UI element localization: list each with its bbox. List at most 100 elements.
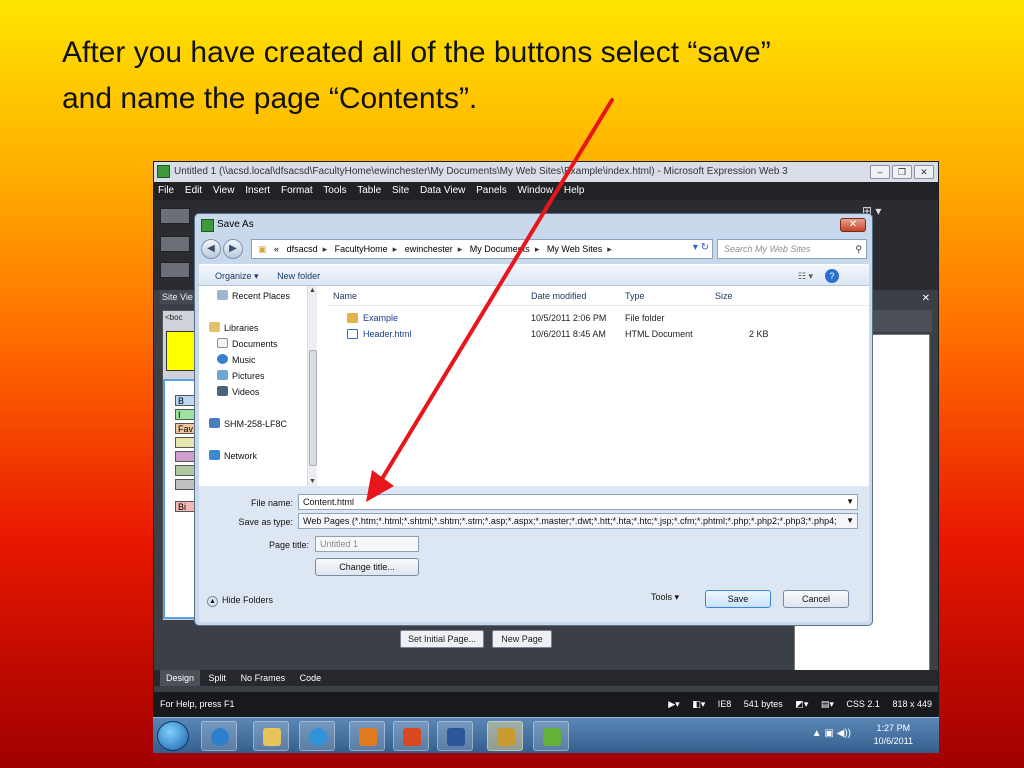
tab-code[interactable]: Code	[294, 670, 328, 686]
nav-documents[interactable]: Documents	[217, 338, 278, 349]
menu-window[interactable]: Window	[518, 185, 554, 196]
menu-insert[interactable]: Insert	[245, 185, 270, 196]
image-icon[interactable]	[160, 262, 190, 278]
new-folder-button[interactable]: New folder	[277, 271, 320, 281]
tab-design[interactable]: Design	[160, 670, 201, 686]
style-application-icon[interactable]: ◧▾	[692, 699, 705, 709]
dialog-title: Save As	[217, 219, 254, 230]
new-document-icon[interactable]	[160, 208, 190, 224]
powerpoint-taskbar-button[interactable]	[393, 721, 429, 751]
tools-label: Tools	[651, 592, 673, 602]
scroll-down-icon[interactable]: ▼	[309, 478, 316, 485]
chevron-down-icon[interactable]: ▼	[846, 495, 854, 509]
breadcrumb-facultyhome[interactable]: FacultyHome	[335, 244, 388, 254]
nav-computer[interactable]: SHM-258-LF8C	[209, 418, 287, 429]
dialog-close-button[interactable]: ✕	[840, 218, 866, 232]
menu-view[interactable]: View	[213, 185, 235, 196]
views-icon[interactable]: ☷ ▾	[798, 265, 813, 287]
minimize-button[interactable]: –	[870, 165, 890, 179]
nav-libraries[interactable]: Libraries	[209, 322, 259, 333]
tab-no-frames[interactable]: No Frames	[235, 670, 292, 686]
site-view-tab[interactable]: Site Vie	[160, 290, 198, 304]
breadcrumb-my-web-sites[interactable]: My Web Sites	[547, 244, 602, 254]
videos-icon	[217, 386, 228, 396]
file-name-field[interactable]: Content.html ▼	[298, 494, 858, 510]
column-type[interactable]: Type	[625, 286, 645, 306]
column-name[interactable]: Name	[333, 286, 357, 306]
file-list-header: Name Date modified Type Size	[329, 286, 869, 306]
nav-network[interactable]: Network	[209, 450, 257, 461]
save-as-type-select[interactable]: Web Pages (*.htm;*.html;*.shtml;*.shtm;*…	[298, 513, 858, 529]
back-arrow-icon[interactable]: ◀	[201, 239, 221, 259]
menu-help[interactable]: Help	[564, 185, 585, 196]
hide-folders-button[interactable]: ▲ Hide Folders	[207, 595, 273, 607]
breadcrumb-ewinchester[interactable]: ewinchester	[405, 244, 453, 254]
tab-split[interactable]: Split	[203, 670, 233, 686]
network-icon	[209, 450, 220, 460]
css-version-label[interactable]: CSS 2.1	[846, 699, 880, 709]
breadcrumb-overflow[interactable]: «	[274, 244, 279, 254]
nav-pictures[interactable]: Pictures	[217, 370, 265, 381]
breadcrumb-my-documents[interactable]: My Documents	[470, 244, 530, 254]
outlook-taskbar-button[interactable]	[349, 721, 385, 751]
new-page-button[interactable]: New Page	[492, 630, 552, 648]
file-name-label: File name:	[250, 498, 293, 508]
menu-table[interactable]: Table	[357, 185, 381, 196]
refresh-icon[interactable]: ▾ ↻	[691, 239, 711, 259]
internet-explorer-taskbar-button[interactable]	[201, 721, 237, 751]
explorer-taskbar-button[interactable]	[253, 721, 289, 751]
scroll-up-icon[interactable]: ▲	[309, 287, 316, 294]
schema-icon[interactable]: ▤▾	[821, 699, 834, 709]
help-icon[interactable]: ?	[825, 269, 839, 283]
pictures-icon	[217, 370, 228, 380]
expression-web-icon	[201, 219, 214, 232]
menu-site[interactable]: Site	[392, 185, 409, 196]
close-button[interactable]: ✕	[914, 165, 934, 179]
start-button[interactable]	[157, 721, 189, 751]
cancel-button[interactable]: Cancel	[783, 590, 849, 608]
menu-edit[interactable]: Edit	[185, 185, 202, 196]
system-clock[interactable]: 1:27 PM 10/6/2011	[874, 722, 913, 748]
nav-music[interactable]: Music	[217, 354, 256, 365]
menu-data-view[interactable]: Data View	[420, 185, 465, 196]
nav-recent-places[interactable]: Recent Places	[217, 290, 290, 301]
word-taskbar-button[interactable]	[437, 721, 473, 751]
menu-format[interactable]: Format	[281, 185, 313, 196]
organize-button[interactable]: Organize ▾	[215, 271, 259, 281]
slide-title-line-1: After you have created all of the button…	[62, 36, 771, 69]
restore-button[interactable]: ❐	[892, 165, 912, 179]
doctype-icon[interactable]: ◩▾	[795, 699, 808, 709]
page-dimensions-label[interactable]: 818 x 449	[892, 699, 932, 709]
column-date-modified[interactable]: Date modified	[531, 286, 587, 306]
media-player-taskbar-button[interactable]	[299, 721, 335, 751]
font-icon[interactable]	[160, 236, 190, 252]
navigation-scrollbar[interactable]: ▲ ▼	[307, 286, 317, 486]
change-title-button[interactable]: Change title...	[315, 558, 419, 576]
search-input[interactable]: Search My Web Sites ⚲	[717, 239, 867, 259]
list-item[interactable]: Header.html 10/6/2011 8:45 AM HTML Docum…	[329, 326, 869, 342]
forward-arrow-icon[interactable]: ▶	[223, 239, 243, 259]
visual-aids-icon[interactable]: ▶▾	[668, 699, 679, 709]
menu-file[interactable]: File	[158, 185, 174, 196]
chevron-down-icon[interactable]: ▼	[846, 514, 854, 528]
system-tray-icons[interactable]: ▲ ▣ ◀))	[812, 728, 851, 739]
menu-tools[interactable]: Tools	[323, 185, 346, 196]
menu-panels[interactable]: Panels	[476, 185, 507, 196]
breadcrumb-dfsacsd[interactable]: dfsacsd	[287, 244, 318, 254]
save-button[interactable]: Save	[705, 590, 771, 608]
set-initial-page-button[interactable]: Set Initial Page...	[400, 630, 484, 648]
command-bar: Organize ▾ New folder ☷ ▾ ?	[199, 264, 869, 286]
scrollbar-thumb[interactable]	[309, 350, 317, 466]
nav-videos[interactable]: Videos	[217, 386, 259, 397]
address-bar[interactable]: ▣ « dfsacsd ▸ FacultyHome ▸ ewinchester ▸ M…	[251, 239, 713, 259]
file-name-value: Content.html	[303, 497, 355, 507]
recent-places-icon	[217, 290, 228, 300]
browser-compat-label[interactable]: IE8	[718, 699, 732, 709]
expression-design-taskbar-button[interactable]	[533, 721, 569, 751]
expression-web-taskbar-button[interactable]	[487, 721, 523, 751]
documents-icon	[217, 338, 228, 348]
tools-menu-button[interactable]: Tools ▾	[651, 592, 679, 603]
status-help-text: For Help, press F1	[160, 699, 235, 709]
column-size[interactable]: Size	[715, 286, 733, 306]
list-item[interactable]: Example 10/5/2011 2:06 PM File folder	[329, 310, 869, 326]
